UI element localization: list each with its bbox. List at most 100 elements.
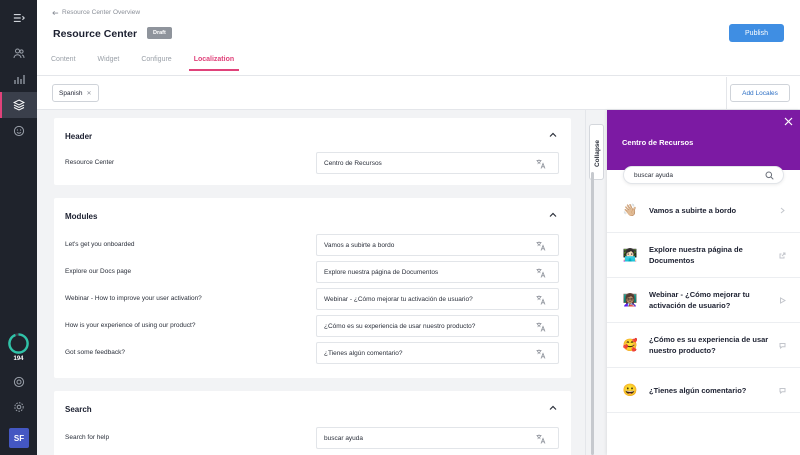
users-icon[interactable] [0,40,37,66]
breadcrumb-link[interactable]: Resource Center Overview [62,9,140,16]
help-lifebuoy-icon[interactable] [0,369,37,395]
localization-editor: Header Resource Center Centro de Recurso… [37,110,585,455]
language-chip-spanish[interactable]: Spanish ✕ [52,84,99,102]
tab-configure[interactable]: Configure [141,54,171,71]
close-icon[interactable] [784,117,793,126]
translation-value: Explore nuestra página de Documentos [324,269,439,276]
tab-localization[interactable]: Localization [188,54,240,71]
translation-row: Search for help buscar ayuda [54,427,571,449]
grinning-face-emoji: 😀 [622,383,638,397]
preview-list-item[interactable]: 👩🏻‍💻 Explore nuestra página de Documento… [607,233,800,278]
translation-input[interactable]: ¿Tienes algún comentario? [316,342,559,364]
chevron-up-icon[interactable] [549,211,557,219]
translation-row: Let's get you onboarded Vamos a subirte … [54,234,571,256]
translation-input[interactable]: ¿Cómo es su experiencia de usar nuestro … [316,315,559,337]
collapse-strip: Collapse [585,110,607,455]
preview-title: Centro de Recursos [622,138,694,147]
translation-input[interactable]: Centro de Recursos [316,152,559,174]
status-badge: Draft [147,27,172,39]
preview-item-text: Webinar - ¿Cómo mejorar tu activación de… [649,290,750,310]
preview-item-text: ¿Tienes algún comentario? [649,386,747,395]
preview-search-input[interactable]: buscar ayuda [623,166,784,184]
back-arrow-icon [52,10,59,15]
woman-technologist-emoji: 👩🏻‍💻 [622,248,638,262]
woman-teacher-emoji: 👩🏽‍🏫 [622,293,638,307]
section-title: Search [65,405,92,414]
source-text: How is your experience of using our prod… [65,322,196,329]
section-search-card: Search Search for help buscar ayuda [54,391,571,455]
translation-value: Vamos a subirte a bordo [324,242,395,249]
translation-row: Got some feedback? ¿Tienes algún comenta… [54,342,571,364]
waving-hand-emoji: 👋🏼 [622,203,638,217]
preview-item-text: ¿Cómo es su experiencia de usar nuestro … [649,335,769,355]
avatar[interactable]: SF [9,428,29,448]
source-text: Let's get you onboarded [65,241,135,248]
preview-list-item[interactable]: 🥰 ¿Cómo es su experiencia de usar nuestr… [607,323,800,368]
page-title: Resource Center [53,28,138,40]
play-icon [780,297,786,304]
preview-list-item[interactable]: 👩🏽‍🏫 Webinar - ¿Cómo mejorar tu activaci… [607,278,800,323]
translation-input[interactable]: Explore nuestra página de Documentos [316,261,559,283]
preview-search-value: buscar ayuda [634,172,674,179]
publish-button[interactable]: Publish [729,24,784,42]
language-chip-label: Spanish [59,89,83,97]
section-title: Modules [65,212,98,221]
chat-bubble-icon [779,343,786,349]
translate-icon[interactable] [536,295,546,305]
tab-bar: Content Widget Configure Localization [51,54,256,71]
layers-icon[interactable] [0,92,37,118]
progress-ring[interactable] [7,332,30,355]
preview-list-item[interactable]: 😀 ¿Tienes algún comentario? [607,368,800,413]
translate-icon[interactable] [536,159,546,169]
left-nav: 194 SF [0,0,37,455]
translation-row: Resource Center Centro de Recursos [54,152,571,174]
search-icon[interactable] [765,171,774,180]
breadcrumb[interactable]: Resource Center Overview [52,9,140,16]
translation-value: ¿Cómo es su experiencia de usar nuestro … [324,323,476,330]
tab-widget[interactable]: Widget [98,54,120,71]
preview-item-text: Vamos a subirte a bordo [649,206,737,215]
remove-language-icon[interactable]: ✕ [87,90,92,97]
progress-count: 194 [13,356,24,362]
add-locales-button[interactable]: Add Locales [730,84,790,102]
smiling-face-with-hearts-emoji: 🥰 [622,338,638,352]
translate-icon[interactable] [536,322,546,332]
resource-center-preview: Centro de Recursos buscar ayuda 👋🏼 Vamos… [607,110,800,455]
menu-toggle-icon[interactable] [0,5,37,31]
external-link-icon [779,252,786,259]
settings-gear-icon[interactable] [0,394,37,420]
toolbar-divider [726,77,727,110]
preview-header: Centro de Recursos [607,110,800,170]
preview-list-item[interactable]: 👋🏼 Vamos a subirte a bordo [607,188,800,233]
translate-icon[interactable] [536,268,546,278]
tab-content[interactable]: Content [51,54,76,71]
translation-input[interactable]: Vamos a subirte a bordo [316,234,559,256]
translation-value: ¿Tienes algún comentario? [324,350,403,357]
preview-item-text: Explore nuestra página de Documentos [649,245,743,265]
section-modules-card: Modules Let's get you onboarded Vamos a … [54,198,571,378]
translation-row: How is your experience of using our prod… [54,315,571,337]
translation-input[interactable]: buscar ayuda [316,427,559,449]
translation-row: Explore our Docs page Explore nuestra pá… [54,261,571,283]
source-text: Webinar - How to improve your user activ… [65,295,202,302]
scrollbar-thumb[interactable] [591,172,594,455]
analytics-icon[interactable] [0,66,37,92]
source-text: Got some feedback? [65,349,125,356]
translation-value: Centro de Recursos [324,160,382,167]
translation-value: buscar ayuda [324,435,364,442]
locale-toolbar: Spanish ✕ Add Locales [37,77,800,110]
smiley-icon[interactable] [0,118,37,144]
chevron-up-icon[interactable] [549,131,557,139]
translate-icon[interactable] [536,434,546,444]
translate-icon[interactable] [536,349,546,359]
chevron-up-icon[interactable] [549,404,557,412]
source-text: Explore our Docs page [65,268,132,275]
page-header: Resource Center Overview Resource Center… [37,0,800,76]
source-text: Resource Center [65,159,115,166]
source-text: Search for help [65,434,110,441]
translation-input[interactable]: Webinar - ¿Cómo mejorar tu activación de… [316,288,559,310]
chevron-right-icon [780,207,785,214]
translation-row: Webinar - How to improve your user activ… [54,288,571,310]
translate-icon[interactable] [536,241,546,251]
section-title: Header [65,132,93,141]
